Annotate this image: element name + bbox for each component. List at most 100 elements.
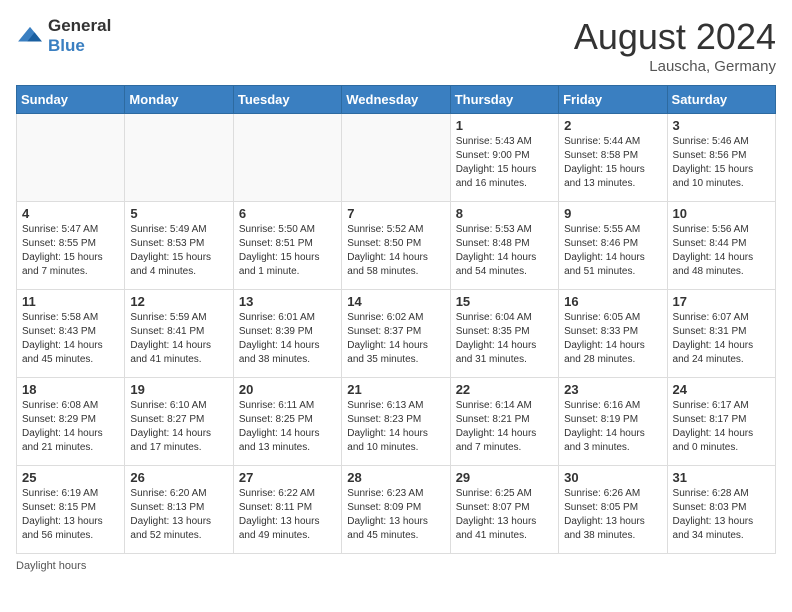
day-info: Sunrise: 5:44 AM Sunset: 8:58 PM Dayligh… — [564, 135, 661, 191]
day-number: 17 — [673, 294, 770, 309]
calendar-cell — [342, 114, 450, 202]
day-info: Sunrise: 6:17 AM Sunset: 8:17 PM Dayligh… — [673, 399, 770, 455]
calendar-cell: 7 Sunrise: 5:52 AM Sunset: 8:50 PM Daylig… — [342, 202, 450, 290]
logo-text: General Blue — [48, 16, 111, 56]
day-info: Sunrise: 6:25 AM Sunset: 8:07 PM Dayligh… — [456, 487, 553, 543]
day-number: 20 — [239, 382, 336, 397]
day-number: 24 — [673, 382, 770, 397]
day-info: Sunrise: 6:08 AM Sunset: 8:29 PM Dayligh… — [22, 399, 119, 455]
day-number: 12 — [130, 294, 227, 309]
month-year-title: August 2024 — [574, 16, 776, 58]
day-info: Sunrise: 6:07 AM Sunset: 8:31 PM Dayligh… — [673, 311, 770, 367]
day-number: 10 — [673, 206, 770, 221]
day-info: Sunrise: 6:02 AM Sunset: 8:37 PM Dayligh… — [347, 311, 444, 367]
day-number: 9 — [564, 206, 661, 221]
day-info: Sunrise: 6:05 AM Sunset: 8:33 PM Dayligh… — [564, 311, 661, 367]
day-number: 19 — [130, 382, 227, 397]
header-day-tuesday: Tuesday — [233, 86, 341, 114]
day-info: Sunrise: 6:20 AM Sunset: 8:13 PM Dayligh… — [130, 487, 227, 543]
header-day-saturday: Saturday — [667, 86, 775, 114]
calendar-cell: 26 Sunrise: 6:20 AM Sunset: 8:13 PM Dayli… — [125, 466, 233, 554]
header-day-monday: Monday — [125, 86, 233, 114]
calendar-cell: 18 Sunrise: 6:08 AM Sunset: 8:29 PM Dayli… — [17, 378, 125, 466]
week-row-2: 4 Sunrise: 5:47 AM Sunset: 8:55 PM Daylig… — [17, 202, 776, 290]
calendar-cell: 28 Sunrise: 6:23 AM Sunset: 8:09 PM Dayli… — [342, 466, 450, 554]
day-number: 18 — [22, 382, 119, 397]
calendar-cell: 24 Sunrise: 6:17 AM Sunset: 8:17 PM Dayli… — [667, 378, 775, 466]
day-number: 15 — [456, 294, 553, 309]
header-day-wednesday: Wednesday — [342, 86, 450, 114]
calendar-cell: 25Sunrise: 6:19 AM Sunset: 8:15 PM Dayli… — [17, 466, 125, 554]
day-info: Sunrise: 5:52 AM Sunset: 8:50 PM Dayligh… — [347, 223, 444, 279]
week-row-4: 18 Sunrise: 6:08 AM Sunset: 8:29 PM Dayli… — [17, 378, 776, 466]
location-subtitle: Lauscha, Germany — [574, 58, 776, 75]
day-number: 7 — [347, 206, 444, 221]
calendar-cell: 22Sunrise: 6:14 AM Sunset: 8:21 PM Dayli… — [450, 378, 558, 466]
week-row-5: 25Sunrise: 6:19 AM Sunset: 8:15 PM Dayli… — [17, 466, 776, 554]
day-number: 2 — [564, 118, 661, 133]
day-number: 26 — [130, 470, 227, 485]
day-info: Sunrise: 6:10 AM Sunset: 8:27 PM Dayligh… — [130, 399, 227, 455]
calendar-cell: 29Sunrise: 6:25 AM Sunset: 8:07 PM Dayli… — [450, 466, 558, 554]
calendar-cell: 5Sunrise: 5:49 AM Sunset: 8:53 PM Daylig… — [125, 202, 233, 290]
calendar-cell: 27 Sunrise: 6:22 AM Sunset: 8:11 PM Dayli… — [233, 466, 341, 554]
calendar-cell: 30 Sunrise: 6:26 AM Sunset: 8:05 PM Dayli… — [559, 466, 667, 554]
day-number: 28 — [347, 470, 444, 485]
header-day-friday: Friday — [559, 86, 667, 114]
day-info: Sunrise: 5:55 AM Sunset: 8:46 PM Dayligh… — [564, 223, 661, 279]
day-info: Sunrise: 6:16 AM Sunset: 8:19 PM Dayligh… — [564, 399, 661, 455]
calendar-cell: 2 Sunrise: 5:44 AM Sunset: 8:58 PM Daylig… — [559, 114, 667, 202]
day-info: Sunrise: 6:26 AM Sunset: 8:05 PM Dayligh… — [564, 487, 661, 543]
day-info: Sunrise: 5:46 AM Sunset: 8:56 PM Dayligh… — [673, 135, 770, 191]
calendar-table: SundayMondayTuesdayWednesdayThursdayFrid… — [16, 85, 776, 554]
day-info: Sunrise: 5:43 AM Sunset: 9:00 PM Dayligh… — [456, 135, 553, 191]
day-info: Sunrise: 6:13 AM Sunset: 8:23 PM Dayligh… — [347, 399, 444, 455]
day-info: Sunrise: 5:59 AM Sunset: 8:41 PM Dayligh… — [130, 311, 227, 367]
logo-blue: Blue — [48, 36, 85, 55]
calendar-cell: 20Sunrise: 6:11 AM Sunset: 8:25 PM Dayli… — [233, 378, 341, 466]
footer-note: Daylight hours — [16, 560, 776, 572]
calendar-cell — [233, 114, 341, 202]
day-info: Sunrise: 5:58 AM Sunset: 8:43 PM Dayligh… — [22, 311, 119, 367]
day-info: Sunrise: 6:22 AM Sunset: 8:11 PM Dayligh… — [239, 487, 336, 543]
logo: General Blue — [16, 16, 111, 56]
calendar-cell: 13Sunrise: 6:01 AM Sunset: 8:39 PM Dayli… — [233, 290, 341, 378]
calendar-cell: 4 Sunrise: 5:47 AM Sunset: 8:55 PM Daylig… — [17, 202, 125, 290]
day-number: 30 — [564, 470, 661, 485]
calendar-cell: 1Sunrise: 5:43 AM Sunset: 9:00 PM Daylig… — [450, 114, 558, 202]
calendar-cell: 15Sunrise: 6:04 AM Sunset: 8:35 PM Dayli… — [450, 290, 558, 378]
day-info: Sunrise: 6:19 AM Sunset: 8:15 PM Dayligh… — [22, 487, 119, 543]
day-info: Sunrise: 5:50 AM Sunset: 8:51 PM Dayligh… — [239, 223, 336, 279]
calendar-cell: 31 Sunrise: 6:28 AM Sunset: 8:03 PM Dayli… — [667, 466, 775, 554]
header-day-sunday: Sunday — [17, 86, 125, 114]
generalblue-logo-icon — [16, 25, 44, 47]
day-number: 23 — [564, 382, 661, 397]
logo-general: General — [48, 16, 111, 35]
day-number: 21 — [347, 382, 444, 397]
calendar-cell — [125, 114, 233, 202]
title-area: August 2024 Lauscha, Germany — [574, 16, 776, 75]
day-number: 3 — [673, 118, 770, 133]
day-number: 6 — [239, 206, 336, 221]
header-day-thursday: Thursday — [450, 86, 558, 114]
day-info: Sunrise: 6:01 AM Sunset: 8:39 PM Dayligh… — [239, 311, 336, 367]
day-info: Sunrise: 6:28 AM Sunset: 8:03 PM Dayligh… — [673, 487, 770, 543]
day-number: 4 — [22, 206, 119, 221]
day-number: 27 — [239, 470, 336, 485]
calendar-cell: 19 Sunrise: 6:10 AM Sunset: 8:27 PM Dayli… — [125, 378, 233, 466]
week-row-1: 1Sunrise: 5:43 AM Sunset: 9:00 PM Daylig… — [17, 114, 776, 202]
day-info: Sunrise: 6:23 AM Sunset: 8:09 PM Dayligh… — [347, 487, 444, 543]
calendar-cell: 3 Sunrise: 5:46 AM Sunset: 8:56 PM Daylig… — [667, 114, 775, 202]
day-number: 31 — [673, 470, 770, 485]
calendar-cell: 8 Sunrise: 5:53 AM Sunset: 8:48 PM Daylig… — [450, 202, 558, 290]
day-number: 8 — [456, 206, 553, 221]
calendar-cell: 11Sunrise: 5:58 AM Sunset: 8:43 PM Dayli… — [17, 290, 125, 378]
calendar-cell — [17, 114, 125, 202]
day-info: Sunrise: 5:53 AM Sunset: 8:48 PM Dayligh… — [456, 223, 553, 279]
day-info: Sunrise: 5:49 AM Sunset: 8:53 PM Dayligh… — [130, 223, 227, 279]
calendar-cell: 17 Sunrise: 6:07 AM Sunset: 8:31 PM Dayli… — [667, 290, 775, 378]
day-info: Sunrise: 5:47 AM Sunset: 8:55 PM Dayligh… — [22, 223, 119, 279]
calendar-cell: 10Sunrise: 5:56 AM Sunset: 8:44 PM Dayli… — [667, 202, 775, 290]
calendar-cell: 12 Sunrise: 5:59 AM Sunset: 8:41 PM Dayli… — [125, 290, 233, 378]
header: General Blue August 2024 Lauscha, German… — [16, 16, 776, 75]
